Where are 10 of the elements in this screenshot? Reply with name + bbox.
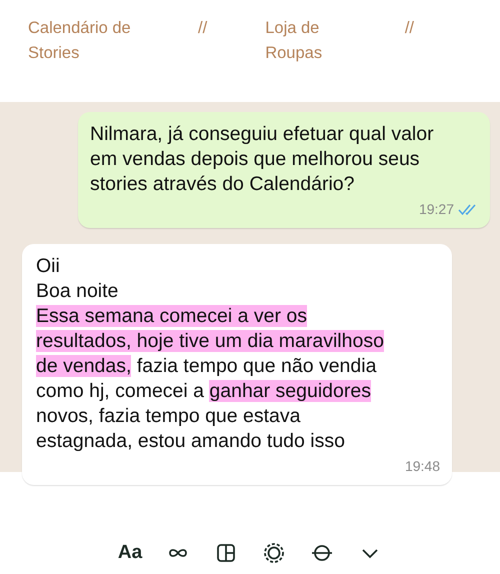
breadcrumb-separator: // bbox=[198, 18, 208, 39]
breadcrumb-link[interactable]: Loja de Roupas bbox=[265, 16, 347, 102]
text-format-button[interactable]: Aa bbox=[118, 538, 142, 568]
message-text: Oii Boa noite Essa semana comecei a ver os resultados, hoje tive um dia maravilhoso de vendas, fazia tempo que não vendia como hj, comecei a ganhar seguidores novos, fazia tempo que estava estagnada, estou amando tudo isso bbox=[36, 254, 385, 454]
dashed-circle-icon[interactable] bbox=[262, 541, 286, 565]
message-text: Nilmara, já conseguiu efetuar qual valor em vendas depois que melhorou seus stories através do Calendário? bbox=[90, 122, 435, 197]
message-time: 19:48 bbox=[404, 457, 440, 476]
breadcrumb-link[interactable]: Calendário de Stories bbox=[28, 16, 140, 102]
breadcrumb-separator: // bbox=[404, 18, 414, 39]
message-time: 19:27 bbox=[418, 200, 454, 219]
